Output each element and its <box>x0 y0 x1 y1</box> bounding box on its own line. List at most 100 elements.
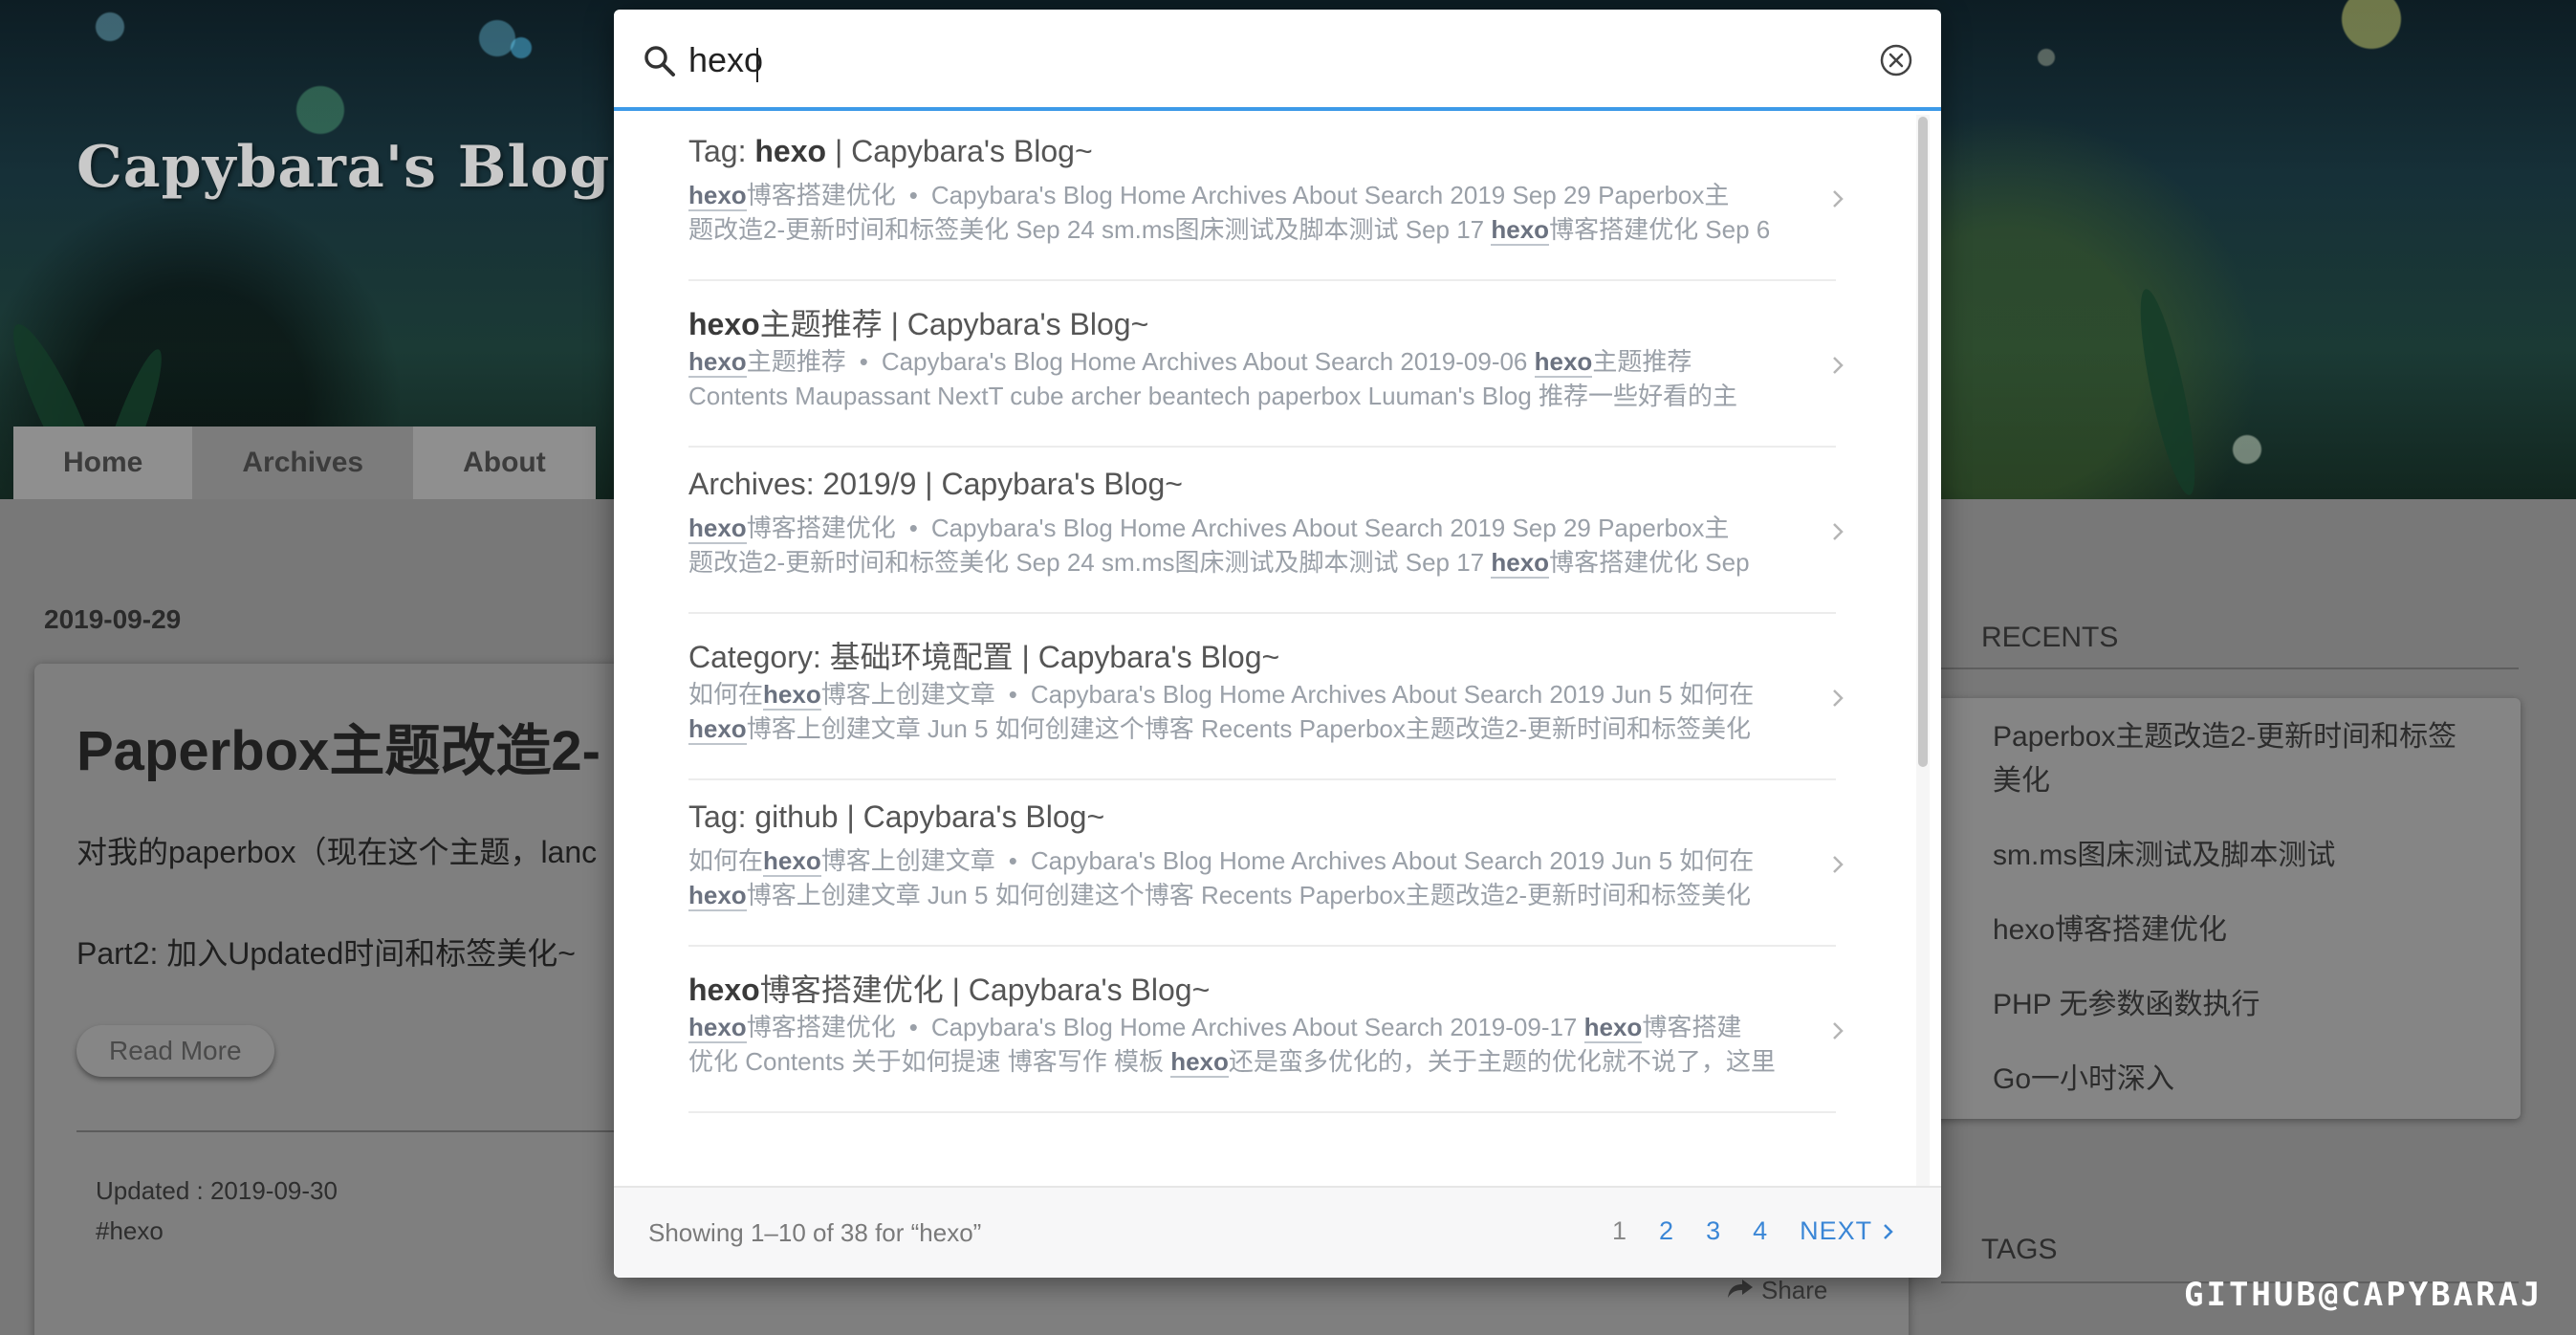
nav-home[interactable]: Home <box>13 427 193 499</box>
nav-archives[interactable]: Archives <box>192 427 414 499</box>
result-snippet-line: hexo博客上创建文章 Jun 5 如何创建这个博客 Recents Paper… <box>688 878 1788 912</box>
snippet-text: 博客上创建文章 Jun 5 如何创建这个博客 Recents Paperbox主… <box>746 881 1751 909</box>
search-result-item[interactable]: Tag: hexo | Capybara's Blog~ hexo博客搭建优化 • C… <box>688 115 1836 281</box>
snippet-text: 主题推荐 <box>1592 347 1692 376</box>
result-title-text: Archives: 2019/9 | Capybara's Blog~ <box>688 467 1183 501</box>
result-title: Tag: github | Capybara's Blog~ <box>688 799 1104 835</box>
keyword-highlight: hexo <box>688 347 747 378</box>
result-title-keyword: hexo <box>688 973 760 1007</box>
snippet-text: Capybara's Blog Home Archives About Sear… <box>881 347 1535 376</box>
result-title-text: Tag: <box>688 134 755 168</box>
result-snippet: hexo主题推荐 • Capybara's Blog Home Archives A… <box>688 344 1788 413</box>
snippet-text: Capybara's Blog Home Archives About Sear… <box>930 181 1730 209</box>
chevron-right-icon <box>1833 190 1844 208</box>
text-caret <box>756 48 758 82</box>
post-excerpt-line: 对我的paperbox（现在这个主题，lanc <box>76 835 598 869</box>
keyword-highlight: hexo <box>688 1013 747 1043</box>
results-summary: Showing 1–10 of 38 for “hexo” <box>648 1218 982 1247</box>
result-title-text: Tag: github | Capybara's Blog~ <box>688 799 1105 834</box>
bullet-separator: • <box>908 1013 918 1041</box>
keyword-highlight: hexo <box>688 514 747 544</box>
search-result-item[interactable]: hexo博客搭建优化 | Capybara's Blog~ hexo博客搭建优化 •… <box>688 947 1836 1113</box>
snippet-text: 题改造2-更新时间和标签美化 Sep 24 sm.ms图床测试及脚本测试 Sep… <box>688 548 1492 577</box>
recent-post-link[interactable]: sm.ms图床测试及脚本测试 <box>1993 834 2471 878</box>
pagination: 1 2 3 4 NEXT <box>1612 1216 1895 1246</box>
snippet-text: Capybara's Blog Home Archives About Sear… <box>930 514 1730 542</box>
result-snippet: 如何在 hexo 博客上创建文章 • Capybara's Blog Home Arch… <box>688 677 1788 746</box>
next-label: NEXT <box>1800 1216 1873 1245</box>
snippet-text: Capybara's Blog Home Archives About Sear… <box>1030 680 1755 709</box>
share-button[interactable]: Share <box>1727 1276 1827 1305</box>
recents-divider <box>1941 668 2519 669</box>
bullet-separator: • <box>1008 680 1017 709</box>
snippet-text: 如何在 <box>688 846 764 875</box>
keyword-highlight: hexo <box>688 881 747 911</box>
recent-post-link[interactable]: Paperbox主题改造2-更新时间和标签美化 <box>1993 715 2471 803</box>
result-title: Tag: hexo | Capybara's Blog~ <box>688 134 1093 169</box>
post-date: 2019-09-29 <box>44 604 182 634</box>
snippet-text: 博客搭建优化 Sep <box>1549 548 1750 577</box>
share-label: Share <box>1761 1276 1828 1304</box>
watermark: GITHUB@CAPYBARAJ <box>2184 1276 2543 1314</box>
search-input[interactable] <box>688 36 1788 84</box>
keyword-highlight: hexo <box>688 714 747 745</box>
bullet-separator: • <box>908 514 918 542</box>
tags-heading: TAGS <box>1981 1234 2058 1265</box>
clear-circle-x-icon[interactable] <box>1878 42 1914 78</box>
chevron-right-icon <box>1833 1022 1844 1040</box>
page-link[interactable]: 2 <box>1659 1216 1673 1246</box>
snippet-text: 题改造2-更新时间和标签美化 Sep 24 sm.ms图床测试及脚本测试 Sep… <box>688 215 1492 244</box>
recents-heading: RECENTS <box>1981 622 2119 653</box>
result-title-text: Category: 基础环境配置 | Capybara's Blog~ <box>688 640 1280 674</box>
recent-post-link[interactable]: PHP 无参数函数执行 <box>1993 983 2471 1027</box>
snippet-text: Capybara's Blog Home Archives About Sear… <box>930 1013 1584 1041</box>
search-bar <box>614 10 1941 111</box>
nav-about[interactable]: About <box>413 427 596 499</box>
chevron-right-icon <box>1884 1223 1893 1239</box>
search-icon <box>643 44 677 78</box>
snippet-text: Contents Maupassant NextT cube archer be… <box>688 382 1738 410</box>
result-title: Category: 基础环境配置 | Capybara's Blog~ <box>688 633 1279 677</box>
main-nav: Home Archives About <box>13 427 596 499</box>
result-title-text: 主题推荐 | Capybara's Blog~ <box>759 307 1149 341</box>
snippet-text: 博客搭建优化 Sep 6 <box>1549 215 1771 244</box>
blog-title[interactable]: Capybara's Blog~ <box>76 134 660 201</box>
search-result-item[interactable]: Tag: github | Capybara's Blog~ 如何在hexo博客上… <box>688 780 1836 947</box>
snippet-text: 如何在 <box>688 680 764 709</box>
snippet-text: Capybara's Blog Home Archives About Sear… <box>1030 846 1755 875</box>
result-snippet-line: 如何在hexo博客上创建文章 • Capybara's Blog Home Arch… <box>688 843 1788 878</box>
result-title: hexo主题推荐 | Capybara's Blog~ <box>688 300 1148 344</box>
snippet-text: 博客搭建优化 <box>746 181 896 209</box>
snippet-text: 还是蛮多优化的，关于主题的优化就不说了，这里 <box>1228 1047 1776 1076</box>
result-snippet-line: hexo博客上创建文章 Jun 5 如何创建这个博客 Recents Paper… <box>688 711 1788 746</box>
post-title[interactable]: Paperbox主题改造2- <box>76 706 600 786</box>
post-tag-link[interactable]: #hexo <box>96 1216 164 1246</box>
snippet-text: 主题推荐 <box>746 347 846 376</box>
snippet-text: 博客搭建优化 <box>746 514 896 542</box>
recent-post-link[interactable]: Go一小时深入 <box>1993 1058 2471 1102</box>
page-link[interactable]: 1 <box>1612 1216 1626 1246</box>
result-snippet-line: 题改造2-更新时间和标签美化 Sep 24 sm.ms图床测试及脚本测试 Sep… <box>688 545 1788 580</box>
snippet-text: 博客上创建文章 Jun 5 如何创建这个博客 Recents Paperbox主… <box>746 714 1751 743</box>
chevron-right-icon <box>1833 523 1844 540</box>
snippet-text: 博客上创建文章 <box>820 680 995 709</box>
post-updated-date: Updated : 2019-09-30 <box>96 1176 338 1205</box>
keyword-highlight: hexo <box>1583 1013 1643 1043</box>
chevron-right-icon <box>1833 689 1844 707</box>
result-snippet-line: 题改造2-更新时间和标签美化 Sep 24 sm.ms图床测试及脚本测试 Sep… <box>688 212 1788 247</box>
results-scrollbar-thumb[interactable] <box>1918 117 1928 767</box>
keyword-highlight: hexo <box>763 846 821 877</box>
read-more-button[interactable]: Read More <box>76 1025 274 1077</box>
recent-post-link[interactable]: hexo博客搭建优化 <box>1993 908 2471 952</box>
result-snippet-line: hexo博客搭建优化 • Capybara's Blog Home Archives… <box>688 178 1788 212</box>
page-link[interactable]: 4 <box>1753 1216 1767 1246</box>
page-link[interactable]: 3 <box>1706 1216 1720 1246</box>
next-page-button[interactable]: NEXT <box>1800 1216 1895 1246</box>
result-snippet: hexo博客搭建优化 • Capybara's Blog Home Archives… <box>688 178 1788 247</box>
bullet-separator: • <box>1008 846 1017 875</box>
search-result-item[interactable]: Category: 基础环境配置 | Capybara's Blog~ 如何在he… <box>688 614 1836 780</box>
share-arrow-icon <box>1727 1276 1754 1305</box>
search-result-item[interactable]: hexo主题推荐 | Capybara's Blog~ hexo主题推荐 • Capy… <box>688 281 1836 448</box>
search-result-item[interactable]: Archives: 2019/9 | Capybara's Blog~ hexo博… <box>688 448 1836 614</box>
search-results-list: Tag: hexo | Capybara's Blog~ hexo博客搭建优化 • C… <box>614 115 1912 1186</box>
